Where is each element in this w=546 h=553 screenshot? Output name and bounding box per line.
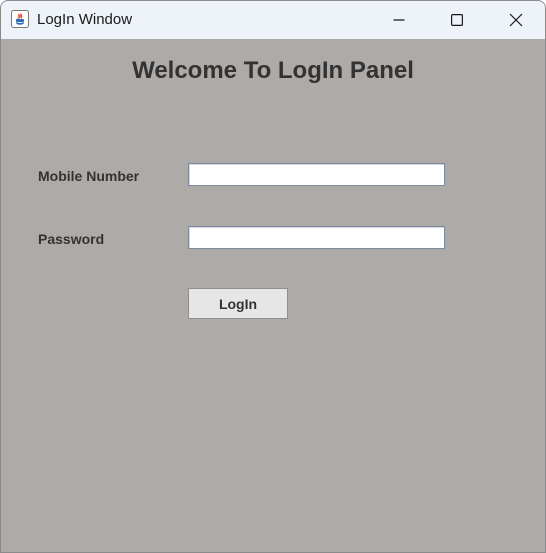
panel-heading-text: Welcome To LogIn Panel <box>132 57 414 84</box>
login-button[interactable]: LogIn <box>188 288 288 319</box>
mobile-number-input[interactable] <box>188 163 445 186</box>
password-input[interactable] <box>188 226 445 249</box>
login-window: LogIn Window Welcome To LogIn Panel Mobi… <box>0 0 546 553</box>
java-app-icon <box>11 10 29 28</box>
title-bar[interactable]: LogIn Window <box>1 1 545 39</box>
mobile-number-label: Mobile Number <box>38 168 140 184</box>
minimize-button[interactable] <box>370 1 428 39</box>
password-label: Password <box>38 231 105 247</box>
minimize-icon <box>393 19 405 21</box>
close-button[interactable] <box>487 1 545 39</box>
maximize-icon <box>451 14 463 26</box>
window-title: LogIn Window <box>37 11 133 28</box>
close-icon <box>509 13 523 27</box>
login-panel: Welcome To LogIn Panel Mobile Number Pas… <box>1 39 545 552</box>
panel-heading: Welcome To LogIn Panel <box>1 57 545 85</box>
maximize-button[interactable] <box>428 1 486 39</box>
